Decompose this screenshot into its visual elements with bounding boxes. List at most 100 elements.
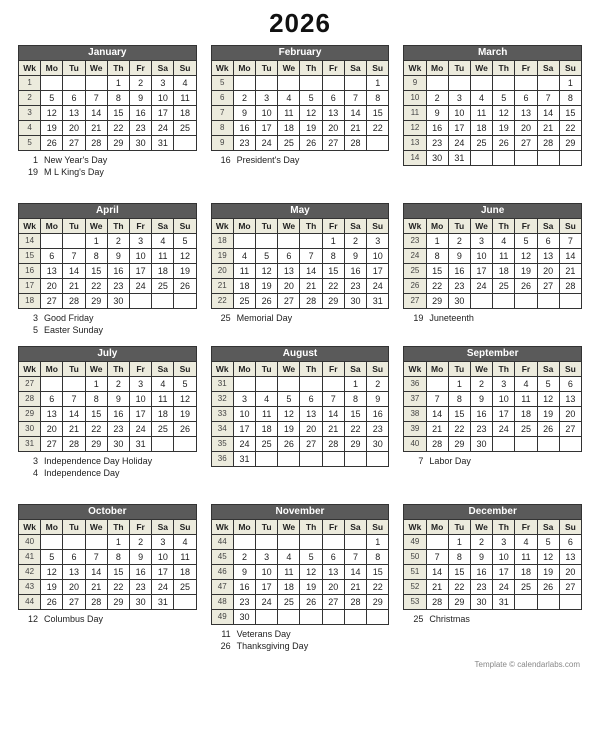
- day-cell: 29: [85, 437, 107, 452]
- dow-header: Su: [367, 219, 389, 234]
- week-number: 30: [19, 422, 41, 437]
- day-cell: 28: [85, 595, 107, 610]
- week-number: 20: [211, 264, 233, 279]
- day-cell: 15: [344, 407, 366, 422]
- day-cell: 16: [130, 106, 152, 121]
- day-cell: 24: [152, 580, 174, 595]
- week-number: 38: [404, 407, 426, 422]
- holiday-name: Easter Sunday: [44, 324, 103, 336]
- dow-header: Th: [493, 219, 515, 234]
- empty-cell: [174, 437, 196, 452]
- day-cell: 23: [367, 422, 389, 437]
- day-cell: 17: [152, 565, 174, 580]
- day-cell: 26: [256, 294, 278, 309]
- dow-header: Su: [367, 520, 389, 535]
- empty-cell: [41, 76, 63, 91]
- day-cell: 5: [174, 377, 196, 392]
- day-cell: 24: [152, 121, 174, 136]
- day-cell: 6: [300, 392, 322, 407]
- day-cell: 18: [493, 264, 515, 279]
- day-cell: 16: [448, 264, 470, 279]
- week-number: 26: [404, 279, 426, 294]
- empty-cell: [367, 610, 389, 625]
- month-table: MayWkMoTuWeThFrSaSu181231945678910201112…: [211, 203, 390, 309]
- day-cell: 26: [41, 595, 63, 610]
- week-number: 25: [404, 264, 426, 279]
- empty-cell: [174, 294, 196, 309]
- holiday-item: 12Columbus Day: [22, 613, 197, 625]
- day-cell: 19: [300, 580, 322, 595]
- week-number: 18: [211, 234, 233, 249]
- dow-header: Th: [493, 520, 515, 535]
- day-cell: 28: [426, 437, 448, 452]
- day-cell: 14: [426, 565, 448, 580]
- day-cell: 7: [322, 392, 344, 407]
- day-cell: 5: [278, 392, 300, 407]
- day-cell: 24: [448, 136, 470, 151]
- day-cell: 22: [322, 279, 344, 294]
- day-cell: 9: [233, 565, 255, 580]
- week-number: 31: [19, 437, 41, 452]
- holiday-item: 7Labor Day: [407, 455, 582, 467]
- day-cell: 19: [515, 264, 537, 279]
- day-cell: 23: [470, 422, 492, 437]
- day-cell: 23: [448, 279, 470, 294]
- holiday-day: 26: [215, 640, 231, 652]
- day-cell: 15: [367, 106, 389, 121]
- day-cell: 16: [233, 580, 255, 595]
- empty-cell: [300, 234, 322, 249]
- month-block: AprilWkMoTuWeThFrSaSu1412345156789101112…: [18, 203, 197, 340]
- day-cell: 24: [493, 422, 515, 437]
- day-cell: 8: [344, 392, 366, 407]
- day-cell: 9: [470, 550, 492, 565]
- calendar-page: 2026 JanuaryWkMoTuWeThFrSaSu112342567891…: [0, 0, 600, 679]
- day-cell: 21: [85, 121, 107, 136]
- dow-header: Tu: [63, 520, 85, 535]
- day-cell: 5: [174, 234, 196, 249]
- day-cell: 24: [130, 279, 152, 294]
- day-cell: 6: [537, 234, 559, 249]
- day-cell: 1: [559, 76, 581, 91]
- holiday-item: 3Independence Day Holiday: [22, 455, 197, 467]
- empty-cell: [63, 234, 85, 249]
- day-cell: 2: [130, 76, 152, 91]
- day-cell: 21: [537, 121, 559, 136]
- week-number: 43: [19, 580, 41, 595]
- day-cell: 21: [344, 121, 366, 136]
- holiday-day: 4: [22, 467, 38, 479]
- empty-cell: [130, 294, 152, 309]
- dow-header: Sa: [537, 219, 559, 234]
- week-number: 44: [19, 595, 41, 610]
- day-cell: 9: [107, 392, 129, 407]
- holidays-list: [215, 470, 390, 494]
- day-cell: 17: [493, 407, 515, 422]
- day-cell: 7: [63, 392, 85, 407]
- holiday-name: Labor Day: [429, 455, 471, 467]
- day-cell: 20: [322, 121, 344, 136]
- dow-header: Su: [559, 61, 581, 76]
- holidays-list: 11Veterans Day26Thanksgiving Day: [215, 628, 390, 652]
- day-cell: 3: [130, 377, 152, 392]
- day-cell: 17: [367, 264, 389, 279]
- day-cell: 10: [152, 91, 174, 106]
- day-cell: 22: [107, 121, 129, 136]
- month-block: SeptemberWkMoTuWeThFrSaSu361234563778910…: [403, 346, 582, 498]
- holidays-list: [407, 169, 582, 193]
- day-cell: 25: [152, 422, 174, 437]
- holiday-name: Independence Day: [44, 467, 120, 479]
- day-cell: 18: [278, 121, 300, 136]
- day-cell: 23: [233, 595, 255, 610]
- dow-header: Su: [174, 362, 196, 377]
- day-cell: 13: [322, 106, 344, 121]
- day-cell: 28: [344, 136, 366, 151]
- day-cell: 7: [537, 91, 559, 106]
- month-name: June: [404, 204, 582, 219]
- holidays-list: 3Independence Day Holiday4 Independence D…: [22, 455, 197, 479]
- year-title: 2026: [18, 8, 582, 39]
- day-cell: 5: [300, 91, 322, 106]
- holiday-item: 3Good Friday: [22, 312, 197, 324]
- day-cell: 21: [426, 580, 448, 595]
- dow-header: Th: [493, 61, 515, 76]
- empty-cell: [85, 535, 107, 550]
- day-cell: 5: [256, 249, 278, 264]
